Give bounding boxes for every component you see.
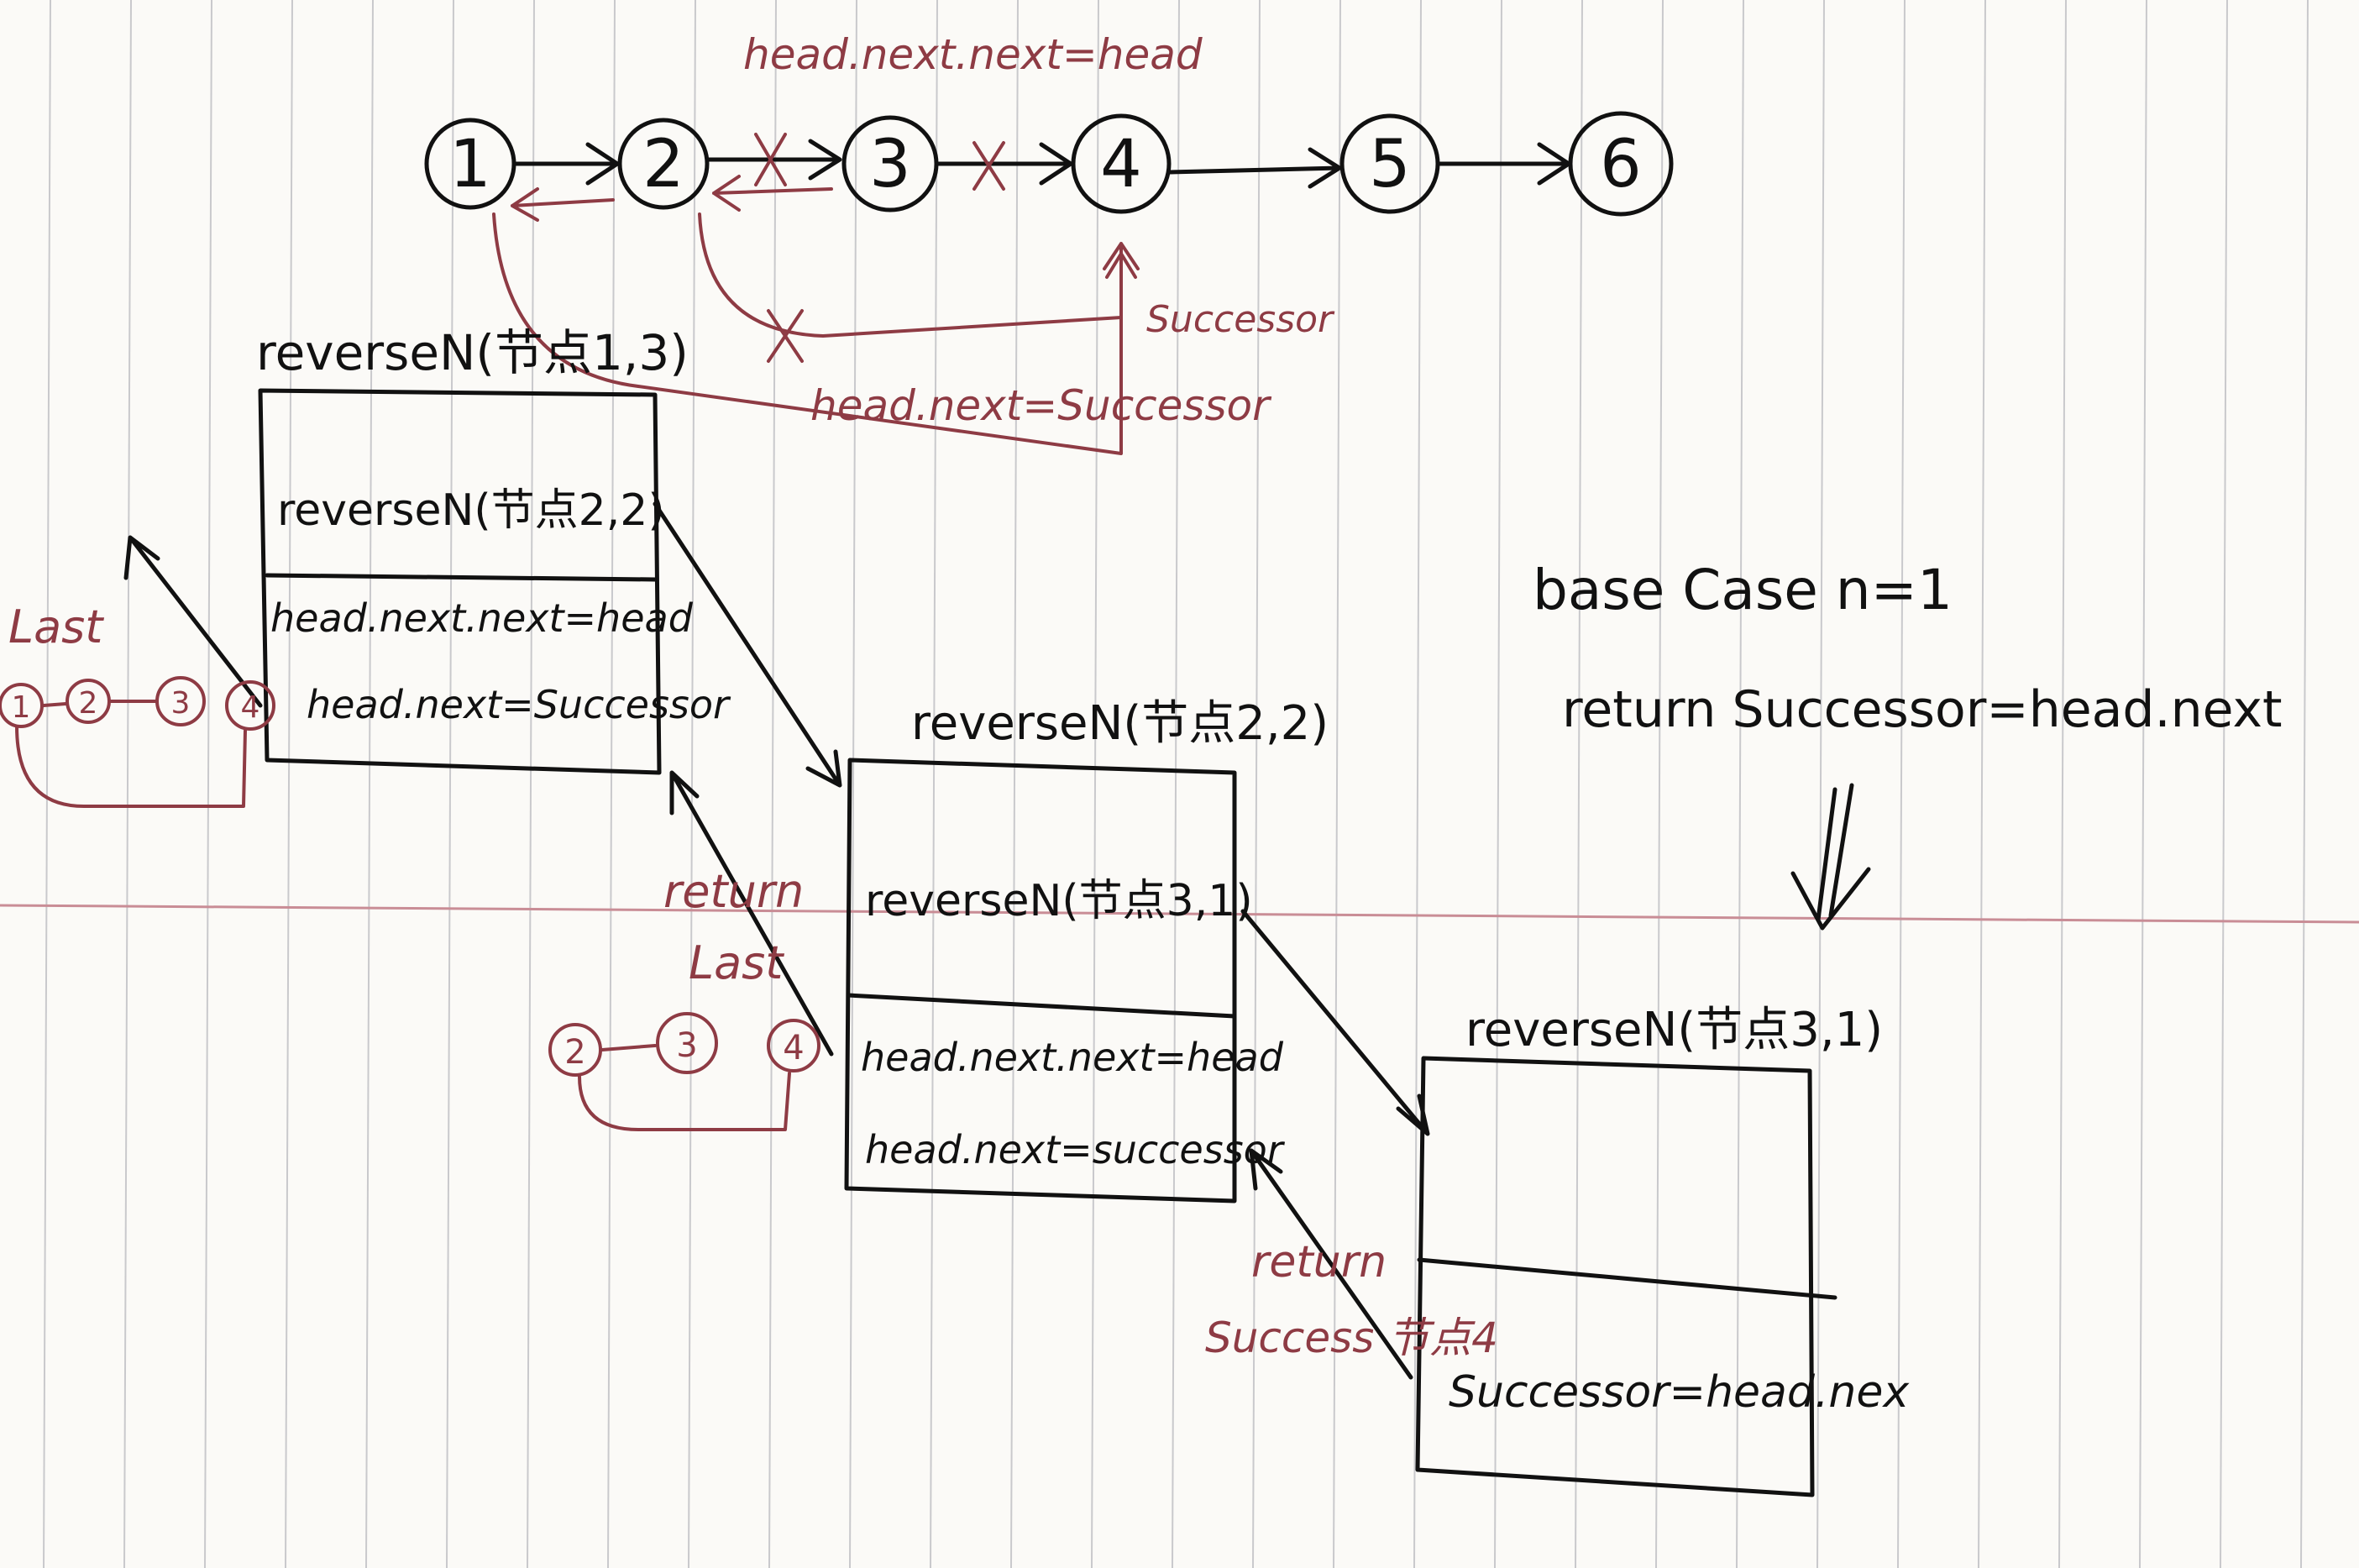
ruled-line xyxy=(688,0,696,1568)
annotation-return-bottom: return xyxy=(1251,1237,1387,1287)
left-chain: 1 2 3 4 xyxy=(0,676,275,808)
strike-successor-curve xyxy=(767,309,804,363)
list-node-1: 1 xyxy=(424,118,516,210)
frame-line-1: head.next.next=head xyxy=(861,1035,1284,1080)
list-node-3: 3 xyxy=(841,115,939,212)
frame-divider xyxy=(1417,1257,1837,1300)
arrow-2-3 xyxy=(705,139,842,181)
list-node-5: 5 xyxy=(1339,113,1440,214)
list-node-label: 2 xyxy=(642,127,684,202)
annotation-last-left: Last xyxy=(8,600,104,653)
ruled-line xyxy=(527,0,535,1568)
frame-call: reverseN(节点2,2) xyxy=(277,485,665,536)
frame-line: Successor=head.nex xyxy=(1449,1367,1910,1418)
frame-title: reverseN(节点2,2) xyxy=(911,696,1329,751)
mid-chain: 2 3 4 xyxy=(548,1012,820,1131)
frame-inner: reverseN(节点3,1) Successor=head.nex xyxy=(1415,1003,1910,1497)
base-case-line-1: base Case n=1 xyxy=(1533,558,1953,622)
ruled-line xyxy=(1736,0,1744,1568)
annotation-next-successor: head.next=Successor xyxy=(810,381,1272,430)
ruled-line xyxy=(2139,0,2147,1568)
annotation-success-node: Success 节点4 xyxy=(1205,1314,1498,1362)
chain-node-label: 4 xyxy=(241,690,260,725)
chain-node-label: 3 xyxy=(171,686,191,721)
ruled-line xyxy=(1010,0,1019,1568)
ruled-line xyxy=(1172,0,1180,1568)
arrow-3-4 xyxy=(935,142,1073,186)
ruled-line xyxy=(1655,0,1664,1568)
chain-node-label: 2 xyxy=(79,686,98,721)
list-node-label: 5 xyxy=(1369,127,1411,202)
ruled-line xyxy=(285,0,293,1568)
ruled-line xyxy=(1575,0,1583,1568)
ruled-lines xyxy=(43,0,2309,1568)
list-node-label: 1 xyxy=(449,127,491,202)
annotation-return: return xyxy=(663,865,804,918)
annotation-last-mid: Last xyxy=(689,936,784,989)
ruled-line xyxy=(446,0,454,1568)
frame-line-1: head.next.next=head xyxy=(270,595,694,641)
list-node-6: 6 xyxy=(1568,111,1674,217)
reverse-arrow-2-1 xyxy=(511,187,615,222)
annotation-next-next: head.next.next=head xyxy=(743,30,1203,79)
arrow-1-2 xyxy=(511,142,620,186)
frame-title: reverseN(节点1,3) xyxy=(256,324,689,381)
frame-line-2: head.next=Successor xyxy=(307,682,731,727)
chain-node-label: 2 xyxy=(564,1033,585,1072)
list-node-4: 4 xyxy=(1071,113,1172,214)
chain-node-label: 4 xyxy=(783,1029,804,1067)
ruled-line xyxy=(607,0,616,1568)
frame-divider xyxy=(846,993,1237,1019)
frame-call: reverseN(节点3,1) xyxy=(865,876,1253,926)
ruled-line xyxy=(43,0,51,1568)
base-case-note: base Case n=1 return Successor=head.next xyxy=(1533,558,2283,931)
list-node-label: 3 xyxy=(869,127,911,202)
notebook-page: 1 2 3 4 5 6 head.next.next=head Successo… xyxy=(0,0,2359,1568)
arrow-5-6 xyxy=(1436,142,1571,186)
annotation-successor: Successor xyxy=(1146,298,1335,341)
ruled-line xyxy=(930,0,938,1568)
ruled-line xyxy=(204,0,212,1568)
call-arrow-outer-middle xyxy=(653,501,842,788)
arrow-4-5 xyxy=(1167,147,1342,189)
ruled-line xyxy=(2220,0,2228,1568)
ruled-line xyxy=(1897,0,1906,1568)
list-node-label: 4 xyxy=(1100,127,1142,202)
list-node-label: 6 xyxy=(1600,127,1642,202)
ruled-line xyxy=(768,0,777,1568)
frame-line-2: head.next=successor xyxy=(865,1127,1286,1172)
successor-curve-from-2 xyxy=(698,212,1123,338)
reverse-arrow-3-2 xyxy=(712,175,833,212)
frame-divider xyxy=(265,573,658,582)
ruled-line xyxy=(123,0,132,1568)
frame-outer: reverseN(节点1,3) reverseN(节点2,2) head.nex… xyxy=(256,324,731,775)
ruled-line xyxy=(1978,0,1986,1568)
base-case-arrow xyxy=(1790,783,1871,931)
frame-title: reverseN(节点3,1) xyxy=(1465,1003,1883,1057)
ruled-line xyxy=(2058,0,2067,1568)
ruled-line xyxy=(365,0,374,1568)
chain-links xyxy=(15,700,247,808)
chain-node-label: 1 xyxy=(12,690,31,725)
ruled-line xyxy=(2300,0,2309,1568)
chain-node-label: 3 xyxy=(676,1026,697,1065)
ruled-line xyxy=(1091,0,1099,1568)
base-case-line-2: return Successor=head.next xyxy=(1562,680,2283,739)
ruled-line xyxy=(1816,0,1825,1568)
